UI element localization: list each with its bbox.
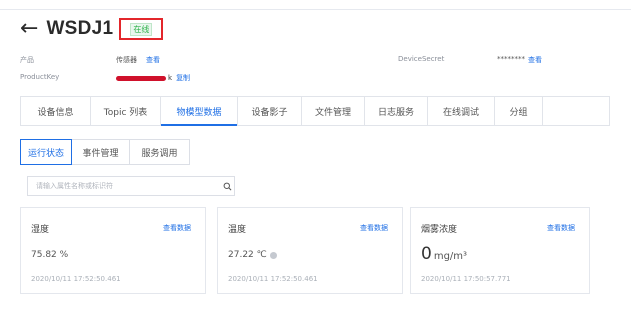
tab-device-info[interactable]: 设备信息 [21,97,91,125]
tab-group[interactable]: 分组 [495,97,543,125]
card-value: 75.82 % [31,250,68,260]
view-data-link[interactable]: 查看数据 [360,223,388,233]
tab-online-debug[interactable]: 在线调试 [428,97,495,125]
device-secret-value: ******** [497,55,525,63]
card-timestamp: 2020/10/11 17:52:50.461 [31,275,121,283]
status-badge: 在线 [130,22,153,36]
subtab-running-status[interactable]: 运行状态 [20,139,72,165]
tab-device-shadow[interactable]: 设备影子 [238,97,302,125]
product-view-link[interactable]: 查看 [146,55,160,65]
search-input[interactable] [28,182,220,190]
tab-log-service[interactable]: 日志服务 [365,97,428,125]
search-icon[interactable] [220,182,234,191]
tab-thing-model-data[interactable]: 物模型数据 [161,97,238,126]
device-secret-label: DeviceSecret [398,55,445,63]
subtab-event-management[interactable]: 事件管理 [71,139,130,165]
device-secret-view-link[interactable]: 查看 [528,55,542,65]
device-title: WSDJ1 [46,18,114,39]
card-value-unit: mg/m³ [433,251,468,262]
property-card-humidity: 湿度 查看数据 75.82 % 2020/10/11 17:52:50.461 [20,207,206,294]
card-value: 27.22 ℃ [228,250,277,260]
top-divider [0,9,631,10]
card-title: 烟雾浓度 [421,225,458,235]
view-data-link[interactable]: 查看数据 [163,223,191,233]
card-value-text: 0 [421,244,432,264]
card-value-text: 27.22 ℃ [228,250,267,260]
card-timestamp: 2020/10/11 17:52:50.461 [228,275,318,283]
sub-tabs: 运行状态 事件管理 服务调用 [20,139,190,165]
product-key-copy-link[interactable]: 复制 [176,73,190,83]
property-card-smoke: 烟雾浓度 查看数据 0 mg/m³ 2020/10/11 17:50:57.77… [410,207,590,294]
tab-file-management[interactable]: 文件管理 [302,97,365,125]
info-icon[interactable] [269,251,277,259]
status-highlight-box: 在线 [119,18,164,40]
product-value: 传感器 [116,56,137,64]
product-key-tail: k [168,74,173,82]
back-arrow-icon[interactable]: ← [20,18,38,40]
property-search [27,176,235,196]
card-value: 0 mg/m³ [421,244,467,264]
card-timestamp: 2020/10/11 17:50:57.771 [421,275,511,283]
card-title: 湿度 [31,225,50,235]
card-title: 温度 [228,225,247,235]
tab-topic-list[interactable]: Topic 列表 [91,97,161,125]
product-key-label: ProductKey [20,73,60,81]
redacted-mark [116,75,166,81]
page-header: ← WSDJ1 在线 [20,14,164,44]
property-card-temperature: 温度 查看数据 27.22 ℃ 2020/10/11 17:52:50.461 [217,207,403,294]
device-tabs: 设备信息 Topic 列表 物模型数据 设备影子 文件管理 日志服务 在线调试 … [20,96,610,126]
product-key-value: k 复制 [116,73,190,83]
subtab-service-invocation[interactable]: 服务调用 [129,139,190,165]
product-label: 产品 [20,56,34,64]
card-value-text: 75.82 % [31,250,69,260]
view-data-link[interactable]: 查看数据 [547,223,575,233]
